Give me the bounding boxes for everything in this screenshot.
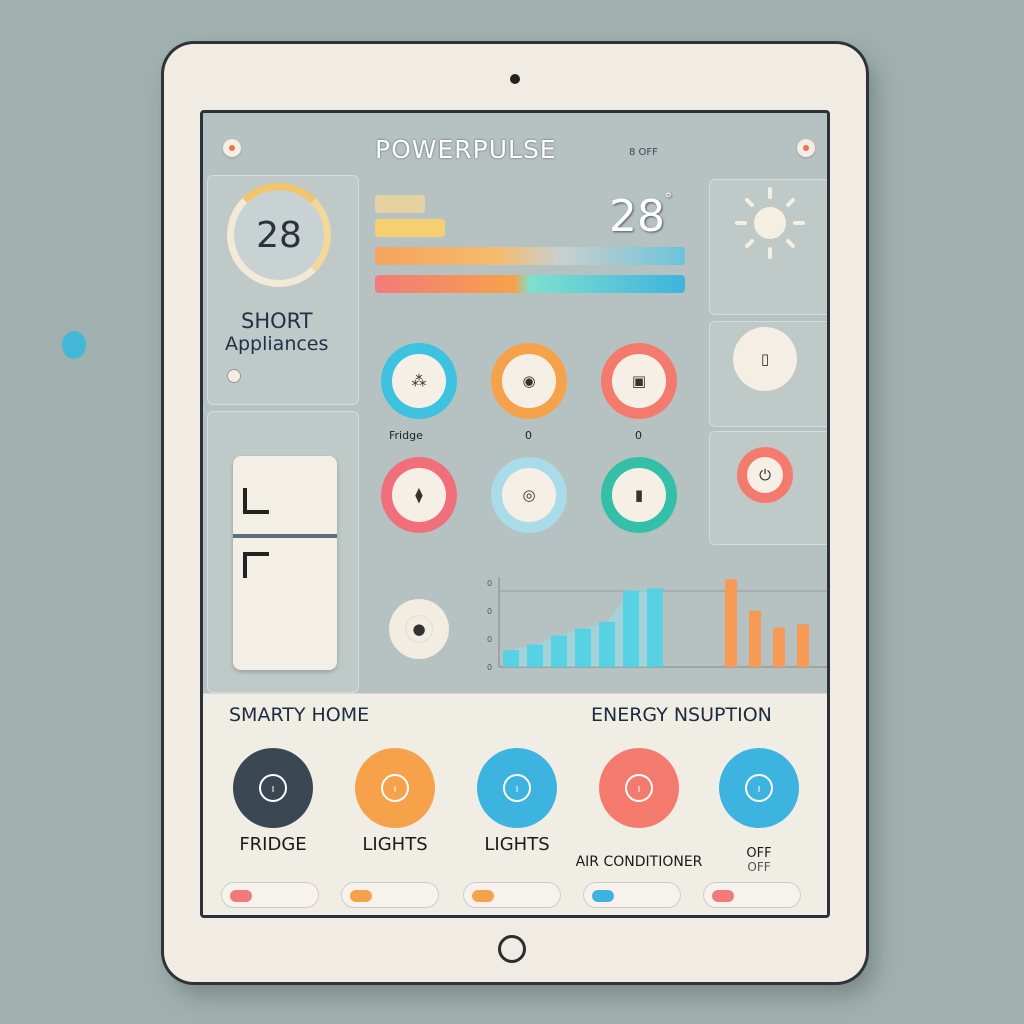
grid-button-2[interactable]: ◉: [491, 343, 567, 419]
device-toggle-2[interactable]: [341, 882, 439, 908]
usage-bar-3: [375, 247, 685, 265]
device-toggle-4[interactable]: [583, 882, 681, 908]
chart-bar-s2-1: [725, 579, 737, 667]
tablet-frame: POWERPULSE 8 OFF 28 SHORT Appliances 28°: [164, 44, 866, 982]
short-subtitle: Appliances: [225, 333, 329, 355]
chart-bar-7: [647, 588, 663, 667]
drop-icon: ◉: [502, 354, 556, 408]
grid-label-3: 0: [635, 429, 642, 442]
door-icon: ▯: [745, 339, 785, 379]
usage-bar-1: [375, 195, 425, 213]
window-icon: ▣: [612, 354, 666, 408]
app-title: POWERPULSE: [375, 135, 557, 164]
chart-bar-s2-3: [773, 627, 785, 667]
device-toggle-3[interactable]: [463, 882, 561, 908]
bulb-icon: ▮: [612, 468, 666, 522]
chart-y-tick-2: 0: [487, 635, 492, 644]
grid-label-1: Fridge: [389, 429, 423, 442]
camera: [510, 74, 520, 84]
menu-button[interactable]: [223, 139, 241, 157]
grid-button-3[interactable]: ▣: [601, 343, 677, 419]
sun-icon: [735, 187, 805, 259]
target-icon: ◎: [502, 468, 556, 522]
fridge-handle-bottom: [243, 552, 269, 578]
app-subtitle: 8 OFF: [629, 147, 658, 158]
chart-bar-s2-2: [749, 610, 761, 667]
chart-bar-4: [575, 628, 591, 667]
fan-icon: ⁂: [392, 354, 446, 408]
device-name-3: LIGHTS: [484, 834, 550, 855]
device-toggle-1[interactable]: [221, 882, 319, 908]
device-icon-1: ı: [259, 774, 287, 802]
usage-bar-2: [375, 219, 445, 237]
device-button-2[interactable]: ı: [355, 748, 435, 828]
chart-bar-3: [551, 635, 567, 667]
chart-bar-1: [503, 650, 519, 667]
device-icon-4: ı: [625, 774, 653, 802]
chart-y-tick-1: 0: [487, 663, 492, 672]
temperature-gauge: 28: [227, 183, 331, 287]
grid-button-4[interactable]: ⧫: [381, 457, 457, 533]
toggle-indicator-5: [712, 890, 734, 902]
fridge-handle-top: [243, 488, 269, 514]
fridge-divider: [233, 534, 337, 538]
weather-temp-value: 28: [609, 191, 665, 242]
toggle-indicator-3: [472, 890, 494, 902]
bottom-section: SMARTY HOME ENERGY NSUPTION ı FRIDGE ı LIGH…: [203, 693, 827, 915]
panel-device-button-2[interactable]: ⏻: [737, 447, 793, 503]
app-screen: POWERPULSE 8 OFF 28 SHORT Appliances 28°: [200, 110, 830, 918]
chart-y-tick-3: 0: [487, 607, 492, 616]
weather-temperature: 28°: [609, 191, 672, 242]
grid-label-2: 0: [525, 429, 532, 442]
power-icon: ⏻: [747, 457, 783, 493]
grid-button-6[interactable]: ▮: [601, 457, 677, 533]
device-name-4: AIR CONDITIONER: [575, 854, 703, 870]
toggle-indicator-1: [230, 890, 252, 902]
fridge-illustration: [233, 456, 337, 670]
toggle-indicator-4: [592, 890, 614, 902]
energy-chart: 0 0 0 0: [487, 577, 827, 672]
chart-bar-6: [623, 590, 639, 667]
device-sub-5: OFF: [747, 860, 771, 874]
toggle-indicator-2: [350, 890, 372, 902]
toggle-knob: [227, 369, 241, 383]
device-toggle-5[interactable]: [703, 882, 801, 908]
chart-bar-s2-4: [797, 624, 809, 667]
short-title: SHORT: [241, 309, 313, 333]
device-name-1: FRIDGE: [239, 834, 307, 855]
chart-bar-2: [527, 644, 543, 667]
settings-button[interactable]: [797, 139, 815, 157]
grid-button-5[interactable]: ◎: [491, 457, 567, 533]
device-button-5[interactable]: ı: [719, 748, 799, 828]
device-name-2: LIGHTS: [362, 834, 428, 855]
energy-title: ENERGY NSUPTION: [591, 704, 772, 726]
device-icon-3: ı: [503, 774, 531, 802]
device-button-1[interactable]: ı: [233, 748, 313, 828]
mini-toggle[interactable]: [227, 369, 337, 383]
home-button[interactable]: [498, 935, 526, 963]
device-icon-5: ı: [745, 774, 773, 802]
smart-home-title: SMARTY HOME: [229, 704, 370, 726]
fridge-control-button[interactable]: ●: [389, 599, 449, 659]
device-name-5: OFF: [746, 846, 772, 861]
device-icon-2: ı: [381, 774, 409, 802]
left-floating-dot: [62, 331, 86, 359]
usage-bar-4: [375, 275, 685, 293]
weather-degree: °: [665, 191, 672, 207]
status-bar: [203, 117, 827, 129]
chart-y-tick-4: 0: [487, 579, 492, 588]
device-button-4[interactable]: ı: [599, 748, 679, 828]
dial-icon: ●: [405, 615, 433, 643]
device-button-3[interactable]: ı: [477, 748, 557, 828]
panel-device-button-1[interactable]: ▯: [733, 327, 797, 391]
plug-icon: ⧫: [392, 468, 446, 522]
chart-bar-5: [599, 622, 615, 667]
grid-button-fridge[interactable]: ⁂: [381, 343, 457, 419]
